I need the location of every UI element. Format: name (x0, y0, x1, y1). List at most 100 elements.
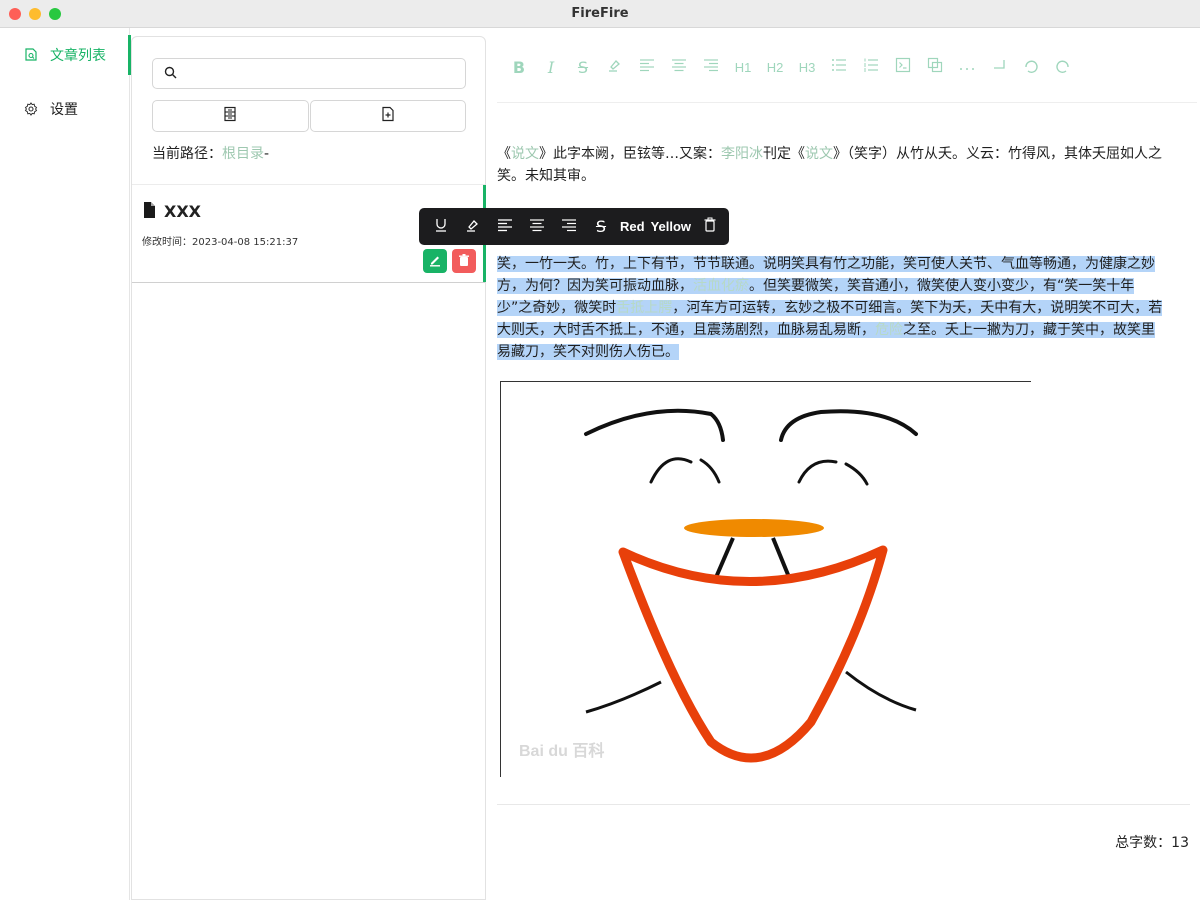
code-block-button[interactable] (887, 54, 919, 80)
undo-icon (1023, 57, 1039, 77)
bullet-list-icon (831, 58, 847, 76)
paragraph: 《说文》此字本阙，臣铉等…又案：李阳冰刊定《说文》（笑字）从竹从夭。义云：竹得风… (497, 143, 1177, 187)
bold-button[interactable]: B (503, 54, 535, 80)
line-break-icon (991, 58, 1007, 76)
highlight-button[interactable] (457, 212, 489, 242)
copy-icon (927, 57, 943, 77)
align-left-button[interactable] (631, 54, 663, 80)
align-center-button[interactable] (663, 54, 695, 80)
link-huoxue[interactable]: 活血化瘀 (693, 278, 749, 294)
delete-block-button[interactable] (694, 212, 726, 242)
undo-button[interactable] (1015, 54, 1047, 80)
strikethrough-button[interactable]: S (567, 54, 599, 80)
search-icon (164, 64, 177, 83)
link-shuowen[interactable]: 说文 (511, 146, 539, 162)
redo-button[interactable] (1047, 54, 1079, 80)
document-search-icon (24, 48, 38, 62)
heading1-button[interactable]: H1 (727, 54, 759, 80)
redo-icon (1055, 57, 1071, 77)
trash-icon (703, 217, 717, 236)
root-dir-link[interactable]: 根目录 (222, 146, 264, 162)
terminal-icon (895, 57, 911, 77)
file-icon (143, 202, 156, 222)
sidebar-nav: 文章列表 设置 (0, 28, 131, 900)
sidebar-item-label: 文章列表 (50, 48, 106, 64)
link-li-yangbing[interactable]: 李阳冰 (721, 146, 763, 162)
color-yellow-button[interactable]: Yellow (648, 219, 694, 234)
copy-button[interactable] (919, 54, 951, 80)
search-box[interactable] (152, 58, 466, 89)
maximize-window-button[interactable] (49, 8, 61, 20)
link-shedi[interactable]: 舌抵上腭 (616, 300, 673, 316)
link-shuowen[interactable]: 说文 (805, 146, 833, 162)
toolbar-divider (497, 102, 1197, 103)
new-folder-button[interactable] (152, 100, 309, 132)
italic-button[interactable]: I (535, 54, 567, 80)
close-window-button[interactable] (9, 8, 21, 20)
word-count-value: 13 (1171, 835, 1189, 851)
horizontal-rule-button[interactable] (951, 54, 983, 80)
editor-content[interactable]: 《说文》此字本阙，臣铉等…又案：李阳冰刊定《说文》（笑字）从竹从夭。义云：竹得风… (497, 143, 1187, 360)
sidebar-item-settings[interactable]: 设置 (0, 89, 130, 129)
app-window: FireFire 文章列表 设置 当前路径：根目录- XXX 修改时间：2023… (0, 0, 1200, 900)
align-center-button[interactable] (521, 212, 553, 242)
heading3-button[interactable]: H3 (791, 54, 823, 80)
article-modified-time: 修改时间：2023-04-08 15:21:37 (142, 237, 299, 248)
highlight-button[interactable] (599, 54, 631, 80)
text-run: 》此字本阙，臣铉等…又案： (539, 146, 721, 162)
current-path: 当前路径：根目录- (152, 143, 269, 163)
strikethrough-button[interactable]: S (585, 212, 617, 242)
footer-divider (497, 804, 1190, 805)
ordered-list-button[interactable] (855, 54, 887, 80)
underline-button[interactable] (425, 212, 457, 242)
file-add-icon (381, 106, 395, 126)
link-weixian[interactable]: 危险 (875, 322, 903, 338)
align-center-icon (529, 217, 545, 236)
embedded-image[interactable]: Bai du 百科 (500, 381, 1031, 777)
align-center-icon (671, 58, 687, 76)
text-run: 《 (497, 146, 511, 162)
align-right-button[interactable] (553, 212, 585, 242)
editor-toolbar: B I S H1 H2 H3 (503, 53, 1193, 81)
edit-article-button[interactable] (423, 249, 447, 273)
trash-icon (457, 252, 471, 271)
align-left-icon (497, 217, 513, 236)
title-bar: FireFire (0, 0, 1200, 28)
new-file-button[interactable] (309, 100, 466, 132)
align-left-button[interactable] (489, 212, 521, 242)
strikethrough-icon: S (577, 57, 589, 77)
floating-format-toolbar: S Red Yellow (419, 208, 729, 245)
pencil-icon (428, 252, 442, 271)
bullet-list-button[interactable] (823, 54, 855, 80)
word-count: 总字数：13 (1115, 832, 1189, 852)
word-count-label: 总字数： (1115, 835, 1172, 851)
strikethrough-icon: S (595, 217, 607, 236)
text-run: 刊定《 (763, 146, 805, 162)
search-input[interactable] (185, 66, 465, 81)
article-title: XXX (164, 202, 202, 221)
minimize-window-button[interactable] (29, 8, 41, 20)
highlighter-icon (607, 57, 623, 77)
align-left-icon (639, 58, 655, 76)
selected-paragraph: 笑，一竹一夭。竹，上下有节，节节联通。说明笑具有竹之功能，笑可使人关节、气血等畅… (497, 253, 1167, 363)
sidebar-item-article-list[interactable]: 文章列表 (0, 35, 131, 75)
window-title: FireFire (571, 6, 629, 21)
align-right-button[interactable] (695, 54, 727, 80)
color-red-button[interactable]: Red (617, 219, 648, 234)
align-right-icon (703, 58, 719, 76)
align-right-icon (561, 217, 577, 236)
more-icon (959, 60, 975, 75)
bold-icon: B (512, 57, 526, 77)
ordered-list-icon (863, 58, 879, 76)
underline-icon (434, 217, 448, 237)
delete-article-button[interactable] (452, 249, 476, 273)
window-controls (9, 8, 61, 20)
cabinet-icon (223, 106, 237, 126)
sidebar-item-label: 设置 (50, 102, 78, 118)
path-suffix: - (264, 146, 270, 162)
list-actions (152, 100, 466, 132)
highlighter-icon (465, 217, 481, 237)
hard-break-button[interactable] (983, 54, 1015, 80)
heading2-button[interactable]: H2 (759, 54, 791, 80)
italic-icon: I (547, 57, 555, 77)
